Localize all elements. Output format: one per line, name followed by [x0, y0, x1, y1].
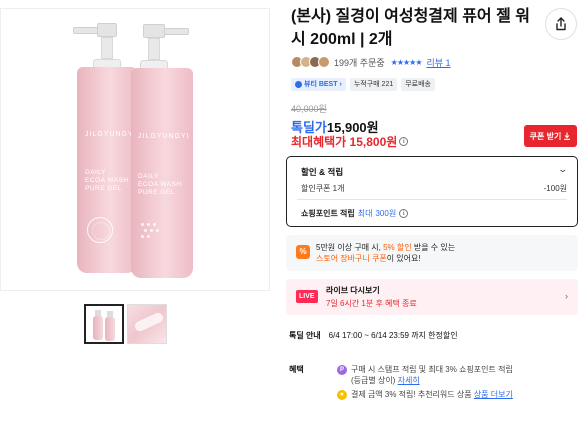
percent-icon: %	[296, 245, 310, 259]
share-icon	[556, 17, 566, 31]
coupon-row: 할인쿠폰 1개 -100원	[301, 183, 567, 194]
live-countdown: 7일 6시간 1분 후 혜택 종료	[326, 299, 417, 308]
purchase-count-badge: 누적구매 221	[349, 78, 398, 91]
review-row: 199개 주문중 ★★★★★ 리뷰 1	[291, 55, 451, 69]
bottle-label-line: DAILY	[138, 173, 159, 180]
coupon-value: -100원	[543, 184, 567, 193]
benefit-list: P 구매 시 스탬프 적립 및 최대 3% 쇼핑포인트 적립 (등급별 상이) …	[337, 364, 513, 403]
points-label: 쇼핑포인트 적립	[301, 209, 355, 218]
max-benefit-price: 최대혜택가 15,800원 i	[291, 133, 409, 150]
info-icon[interactable]: i	[399, 209, 409, 218]
buyer-avatars	[291, 56, 330, 68]
points-row: 쇼핑포인트 적립 최대 300원 i	[301, 208, 409, 219]
download-icon	[564, 132, 571, 140]
coupon-download-button[interactable]: 쿠폰 받기	[524, 125, 577, 147]
discount-panel[interactable]: 할인 & 적립 ⌄ 할인쿠폰 1개 -100원 쇼핑포인트 적립 최대 300원…	[286, 156, 578, 227]
bottle-label-line: PURE GEL	[85, 185, 122, 192]
chevron-right-icon: ›	[339, 81, 342, 88]
benefit-key: 혜택	[289, 365, 304, 374]
point-icon: P	[337, 365, 347, 375]
badge-label: 뷰티 BEST	[304, 81, 338, 88]
free-shipping-badge: 무료배송	[401, 78, 435, 91]
points-max-prefix: 최대	[357, 209, 373, 218]
badge-label: 무료배송	[405, 81, 431, 88]
bottles-thumbnail[interactable]	[84, 304, 124, 344]
gel-texture-thumbnail[interactable]	[127, 304, 167, 344]
chevron-right-icon: ›	[565, 291, 568, 301]
cart-coupon-promo[interactable]: % 5만원 이상 구매 시, 5% 할인 받을 수 있는 스토어 장바구니 쿠폰…	[286, 235, 578, 271]
live-title: 라이브 다시보기	[326, 286, 380, 295]
product-title: (본사) 질경이 여성청결제 퓨어 젤 워시 200ml | 2개	[291, 8, 530, 48]
chevron-down-icon[interactable]: ⌄	[558, 164, 569, 175]
discount-heading: 할인 & 적립	[301, 167, 344, 177]
coupon-label: 할인쿠폰 1개	[301, 184, 345, 193]
bottle-label-line: DAILY	[85, 169, 106, 176]
bottle-label-line: ECOA WASH	[138, 181, 182, 188]
bottle-brand: JILGYUNGYI	[85, 131, 137, 138]
thumbnail-strip	[84, 304, 167, 344]
beauty-best-badge[interactable]: 뷰티 BEST ›	[291, 78, 346, 91]
order-count: 199개 주문중	[334, 57, 385, 68]
points-value: 300원	[375, 209, 397, 218]
main-product-image: JILGYUNGYI DAILY ECOA WASH PURE GEL JILG…	[0, 8, 270, 291]
badge-row: 뷰티 BEST › 누적구매 221 무료배송	[291, 78, 435, 91]
details-link[interactable]: 자세히	[398, 376, 420, 385]
bottle-label-line: PURE GEL	[138, 189, 175, 196]
talkdeal-info-row: 톡딜 안내 6/4 17:00 ~ 6/14 23:59 까지 한정할인	[289, 330, 458, 341]
talkdeal-info-key: 톡딜 안내	[289, 331, 321, 340]
talkdeal-info-value: 6/4 17:00 ~ 6/14 23:59 까지 한정할인	[328, 331, 458, 340]
avatar	[318, 56, 330, 68]
divider	[297, 199, 567, 200]
star-rating: ★★★★★	[390, 57, 423, 67]
promo-text: 5만원 이상 구매 시, 5% 할인 받을 수 있는 스토어 장바구니 쿠폰이 …	[316, 243, 456, 263]
more-products-link[interactable]: 상품 더보기	[474, 390, 513, 399]
badge-label: 누적구매 221	[353, 81, 394, 88]
bottle-brand: JILGYUNGYI	[138, 133, 190, 140]
info-icon[interactable]: i	[399, 137, 409, 146]
coupon-button-label: 쿠폰 받기	[529, 131, 562, 141]
original-price: 40,000원	[291, 104, 327, 114]
bottle-label-line: ECOA WASH	[85, 177, 129, 184]
live-badge: LIVE	[296, 290, 318, 303]
review-link[interactable]: 리뷰 1	[427, 56, 451, 69]
reward-icon: ★	[337, 390, 347, 400]
bottle-right: JILGYUNGYI DAILY ECOA WASH PURE GEL	[131, 15, 211, 290]
benefit-item: P 구매 시 스탬프 적립 및 최대 3% 쇼핑포인트 적립 (등급별 상이) …	[337, 364, 513, 386]
max-benefit-text: 최대혜택가 15,800원	[291, 135, 398, 149]
beauty-icon	[295, 81, 302, 88]
share-button[interactable]	[545, 8, 577, 40]
benefit-item: ★ 결제 금액 3% 적립! 추천리워드 상품 상품 더보기	[337, 389, 513, 400]
live-replay-banner[interactable]: LIVE 라이브 다시보기 7일 6시간 1분 후 혜택 종료 ›	[286, 279, 578, 315]
